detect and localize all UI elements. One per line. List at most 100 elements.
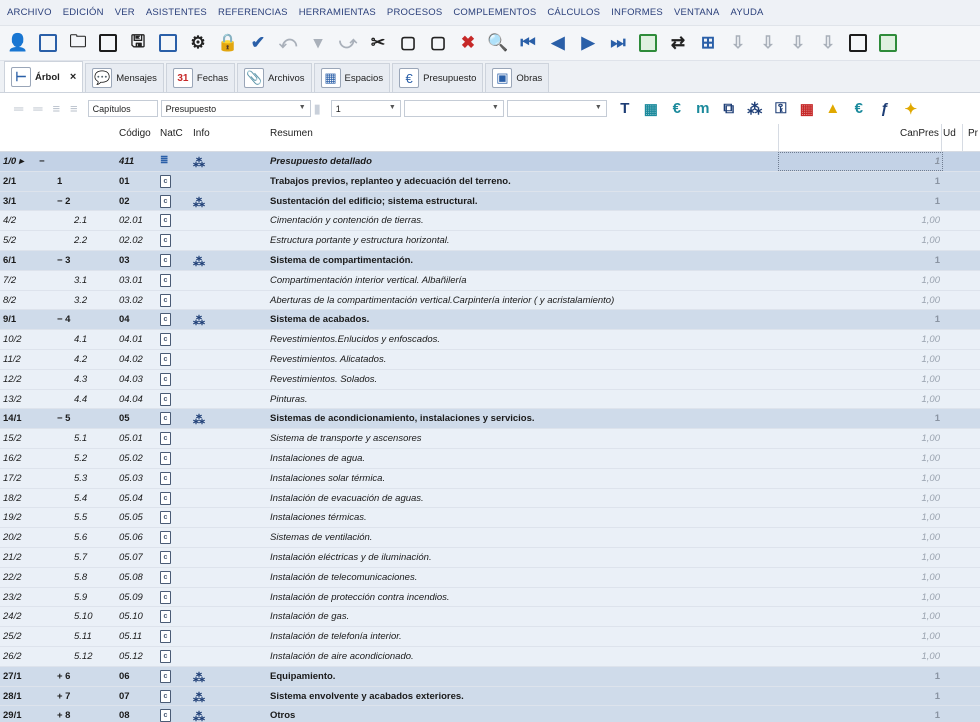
table-row[interactable]: 6/1− 3 03 c ⁂ Sistema de compartimentación. 1 (0, 250, 980, 271)
table-row[interactable]: 4/2 2.1 02.01 c Cimentación y contención de … (0, 211, 980, 232)
tab-presupuesto[interactable]: € Presupuesto (392, 63, 484, 92)
number-select[interactable]: 1 ▼ (330, 100, 401, 117)
menu-item[interactable]: CÁLCULOS (547, 7, 600, 18)
lock-icon[interactable]: 🔒 (216, 31, 240, 55)
search-icon[interactable]: 🔍 (486, 31, 510, 55)
user-icon[interactable]: 👤 (6, 31, 30, 55)
hierarchy-info-icon[interactable]: ⁂ (193, 196, 211, 210)
check-icon[interactable]: ✔ (246, 31, 270, 55)
table-row[interactable]: 28/1 + 7 07 c ⁂ Sistema envolvente y acabados… (0, 686, 980, 707)
combo-1[interactable]: ▼ (403, 100, 504, 117)
redo-icon[interactable]: ⤻ (336, 31, 360, 55)
next-icon[interactable]: ▶ (576, 31, 600, 55)
copy-doc-icon[interactable]: ▢ (426, 31, 450, 55)
table-row[interactable]: 10/2 4.1 04.01 c Revestimientos.Enlucidos y … (0, 330, 980, 350)
euro-list-icon[interactable]: € (848, 98, 870, 120)
structure-icon[interactable]: ⊞ (696, 31, 720, 55)
hierarchy-info-icon[interactable]: ⁂ (193, 671, 211, 685)
tab-archivos[interactable]: 📎 Archivos (237, 63, 312, 92)
header-resumen[interactable]: Resumen (270, 128, 313, 139)
calculator-icon[interactable] (846, 31, 870, 55)
selected-cell[interactable] (778, 152, 943, 171)
header-pr[interactable]: Pr (968, 128, 978, 139)
open-folder-icon[interactable]: 🗀 (66, 31, 90, 55)
menu-item[interactable]: PROCESOS (387, 7, 442, 18)
table-row[interactable]: 17/2 5.3 05.03 c Instalaciones solar térmica… (0, 468, 980, 489)
tab-fechas[interactable]: 31 Fechas (165, 63, 236, 92)
tab-obras[interactable]: ▣ Obras (485, 63, 550, 92)
table-row[interactable]: 27/1 + 6 06 c ⁂ Equipamiento. 1 (0, 666, 980, 687)
hierarchy-info-icon[interactable]: ⁂ (193, 314, 211, 328)
magic-wand-icon[interactable]: ✦ (900, 98, 922, 120)
table-row[interactable]: 20/2 5.6 05.06 c Sistemas de ventilación. 1,0… (0, 528, 980, 548)
header-info[interactable]: Info (193, 128, 210, 139)
menu-item[interactable]: REFERENCIAS (218, 7, 288, 18)
euro-icon[interactable]: € (666, 98, 688, 120)
table-row[interactable]: 11/2 4.2 04.02 c Revestimientos. Alicatados.… (0, 349, 980, 370)
table-row[interactable]: 15/2 5.1 05.01 c Sistema de transporte y asc… (0, 429, 980, 449)
delete-icon[interactable]: ✖ (456, 31, 480, 55)
hierarchy-info-icon[interactable]: ⁂ (193, 156, 211, 170)
collapse-all-icon[interactable]: ═ (14, 101, 23, 116)
table-row[interactable]: 7/2 3.1 03.01 c Compartimentación interior v… (0, 270, 980, 291)
tab-mensajes[interactable]: 💬 Mensajes (85, 63, 164, 92)
table-row[interactable]: 18/2 5.4 05.04 c Instalación de evacuación d… (0, 488, 980, 509)
level-select[interactable]: Capítulos (87, 100, 158, 117)
first-icon[interactable]: ⏮ (516, 31, 540, 55)
level-down-icon[interactable]: ≡ (70, 101, 78, 116)
menu-item[interactable]: EDICIÓN (63, 7, 104, 18)
table-row[interactable]: 14/1− 5 05 c ⁂ Sistemas de acondicionamiento… (0, 409, 980, 430)
menu-item[interactable]: VER (115, 7, 135, 18)
menu-item[interactable]: ASISTENTES (146, 7, 207, 18)
grid-icon[interactable]: ▦ (640, 98, 662, 120)
layers-icon[interactable]: ⧉ (718, 98, 740, 120)
table-row[interactable]: 22/2 5.8 05.08 c Instalación de telecomunica… (0, 567, 980, 588)
expand-all-icon[interactable]: ═ (33, 101, 42, 116)
table-row[interactable]: 12/2 4.3 04.03 c Revestimientos. Solados. 1,0… (0, 369, 980, 390)
warning-icon[interactable]: ▲ (822, 98, 844, 120)
replace-icon[interactable]: ⇩ (786, 31, 810, 55)
hierarchy-info-icon[interactable]: ⁂ (193, 691, 211, 705)
view-select[interactable]: Presupuesto ▼ (160, 100, 311, 117)
menu-item[interactable]: ARCHIVO (7, 7, 52, 18)
excel-icon[interactable] (636, 31, 660, 55)
table-row[interactable]: 24/2 5.10 05.10 c Instalación de gas. 1,00 (0, 607, 980, 628)
paste-icon[interactable]: ▢ (396, 31, 420, 55)
header-natc[interactable]: NatC (160, 128, 183, 139)
table-row[interactable]: 2/1 1 01 c Trabajos previos, replanteo y ade… (0, 171, 980, 192)
table-row[interactable]: 8/2 3.2 03.02 c Aberturas de la compartiment… (0, 290, 980, 311)
table-row[interactable]: 5/2 2.2 02.02 c Estructura portante y estruc… (0, 231, 980, 251)
level-up-icon[interactable]: ≡ (52, 101, 60, 116)
measure-icon[interactable]: m (692, 98, 714, 120)
table-row[interactable]: 21/2 5.7 05.07 c Instalación eléctricas y de… (0, 547, 980, 568)
table-row[interactable]: 1/0 ▸ −411 ≣ ⁂ Presupuesto detallado 1 (0, 152, 980, 172)
save-icon[interactable]: 🖫 (126, 31, 150, 55)
exchange-icon[interactable]: ⇄ (666, 31, 690, 55)
table-row[interactable]: 19/2 5.5 05.05 c Instalaciones térmicas. 1,00 (0, 508, 980, 529)
header-codigo[interactable]: Código (119, 128, 151, 139)
dropdown-arrow-icon[interactable]: ▾ (306, 31, 330, 55)
key-icon[interactable]: ⚿ (770, 98, 792, 120)
menu-item[interactable]: HERRAMIENTAS (299, 7, 376, 18)
combo-2[interactable]: ▼ (506, 100, 607, 117)
copy-icon[interactable] (156, 31, 180, 55)
table-row[interactable]: 29/1 + 8 08 c ⁂ Otros 1 (0, 706, 980, 722)
formula-icon[interactable]: ƒ (874, 98, 896, 120)
filter-icon[interactable]: ▮ (314, 101, 321, 117)
prev-icon[interactable]: ◀ (546, 31, 570, 55)
tab-arbol[interactable]: ⊢ Árbol × (4, 61, 84, 92)
header-ud[interactable]: Ud (943, 128, 956, 139)
hierarchy-icon[interactable]: ⁂ (744, 98, 766, 120)
table-row[interactable]: 25/2 5.11 05.11 c Instalación de telefonía i… (0, 627, 980, 647)
menu-item[interactable]: AYUDA (731, 7, 764, 18)
table-row[interactable]: 3/1− 2 02 c ⁂ Sustentación del edificio; sis… (0, 191, 980, 212)
table-row[interactable]: 13/2 4.4 04.04 c Pinturas. 1,00 (0, 389, 980, 410)
close-tab-icon[interactable]: × (70, 71, 76, 83)
hierarchy-info-icon[interactable]: ⁂ (193, 710, 211, 722)
hierarchy-info-icon[interactable]: ⁂ (193, 413, 211, 427)
undo-icon[interactable]: ⤺ (276, 31, 300, 55)
table-row[interactable]: 9/1− 4 04 c ⁂ Sistema de acabados. 1 (0, 310, 980, 331)
table-row[interactable]: 23/2 5.9 05.09 c Instalación de protección c… (0, 587, 980, 608)
hierarchy-info-icon[interactable]: ⁂ (193, 255, 211, 269)
header-canpres[interactable]: CanPres (900, 128, 939, 139)
